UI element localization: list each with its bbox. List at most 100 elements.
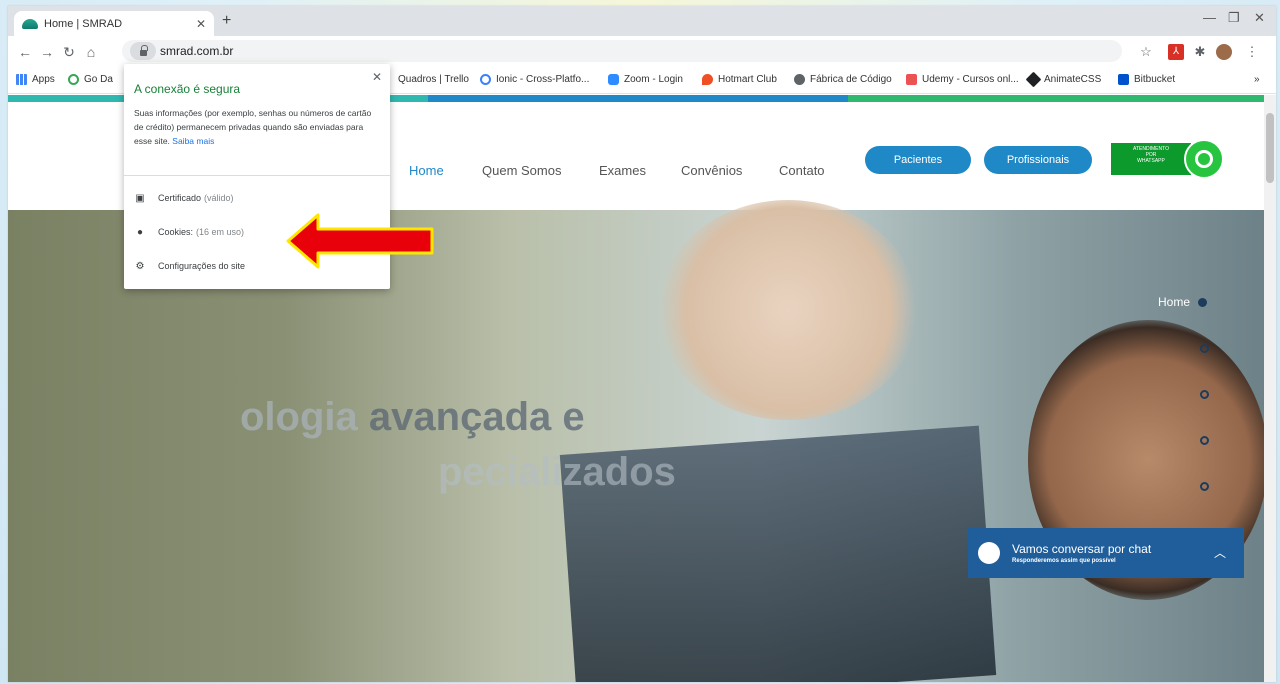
bookmark-label: Udemy - Cursos onl...: [922, 74, 1019, 85]
chat-title: Vamos conversar por chat: [1012, 542, 1152, 556]
certificate-row[interactable]: ▣ Certificado (válido): [134, 192, 234, 204]
popup-description: Suas informações (por exemplo, senhas ou…: [134, 106, 380, 148]
browser-tab[interactable]: Home | SMRAD ✕: [14, 11, 214, 36]
bookmark-hotmart[interactable]: Hotmart Club: [702, 74, 777, 85]
menu-dots-icon[interactable]: ⋮: [1244, 44, 1260, 60]
ionic-icon: [480, 74, 491, 85]
bookmark-label: Zoom - Login: [624, 74, 683, 85]
side-nav-active-dot: [1198, 297, 1208, 307]
side-nav-dot-3[interactable]: [1200, 390, 1209, 399]
close-popup-icon[interactable]: ✕: [372, 70, 382, 84]
cookies-row[interactable]: ● Cookies: (16 em uso): [134, 226, 244, 238]
tab-title: Home | SMRAD: [44, 17, 123, 30]
hero-title: ologia avançada e: [240, 395, 585, 440]
nav-contato[interactable]: Contato: [779, 163, 825, 178]
bitbucket-icon: [1118, 74, 1129, 85]
animatecss-icon: [1025, 71, 1042, 88]
chat-widget[interactable]: Vamos conversar por chat Responderemos a…: [968, 528, 1244, 578]
home-icon[interactable]: ⌂: [80, 44, 102, 60]
bookmark-label: Apps: [32, 74, 55, 85]
whatsapp-line-3: WHATSAPP: [1137, 158, 1165, 164]
bookmark-label: Go Da: [84, 74, 113, 85]
cookies-label: Cookies:: [158, 227, 194, 237]
hero-subtitle: pecializados: [438, 450, 676, 494]
gear-icon: ⚙: [135, 260, 145, 272]
address-bar[interactable]: smrad.com.br: [122, 40, 1122, 62]
pacientes-button[interactable]: Pacientes: [865, 146, 971, 174]
reload-icon[interactable]: ↻: [58, 44, 80, 61]
lock-icon[interactable]: [130, 42, 156, 60]
certificate-label: Certificado: [158, 193, 202, 203]
bookmark-label: Hotmart Club: [718, 74, 777, 85]
scrollbar-thumb[interactable]: [1266, 113, 1274, 183]
bookmark-label: Quadros | Trello: [398, 74, 469, 85]
red-arrow-annotation: [286, 213, 434, 269]
cookies-count: (16 em uso): [196, 227, 245, 237]
popup-description-text: Suas informações (por exemplo, senhas ou…: [134, 108, 372, 146]
tab-strip: Home | SMRAD ✕ + — ❐ ✕: [8, 6, 1276, 36]
bookmark-animatecss[interactable]: AnimateCSS: [1025, 71, 1102, 88]
side-nav-dot-5[interactable]: [1200, 482, 1209, 491]
address-url: smrad.com.br: [160, 44, 234, 58]
side-nav-dot-4[interactable]: [1200, 436, 1209, 445]
bookmark-go-da[interactable]: Go Da: [68, 74, 113, 85]
pdf-extension-icon[interactable]: ⅄: [1168, 44, 1184, 60]
minimize-icon[interactable]: —: [1203, 10, 1216, 25]
popup-divider: [124, 175, 390, 176]
bookmark-star-icon[interactable]: ☆: [1138, 44, 1154, 60]
globe-icon: [794, 74, 805, 85]
bookmark-apps[interactable]: Apps: [16, 74, 55, 85]
nav-home[interactable]: Home: [409, 163, 444, 178]
forward-icon[interactable]: →: [36, 44, 58, 60]
chat-avatar-icon: [978, 542, 1000, 564]
bookmark-ionic[interactable]: Ionic - Cross-Platfo...: [480, 74, 589, 85]
page-scrollbar[interactable]: [1264, 95, 1276, 682]
side-nav-dot-2[interactable]: [1200, 344, 1209, 353]
chat-subtitle: Responderemos assim que possível: [1012, 558, 1116, 564]
hotmart-flame-icon: [702, 74, 713, 85]
popup-heading: A conexão é segura: [134, 82, 241, 96]
bookmark-zoom[interactable]: Zoom - Login: [608, 74, 683, 85]
woman-photo: [658, 200, 918, 420]
back-icon[interactable]: ←: [14, 44, 36, 60]
zoom-icon: [608, 74, 619, 85]
hero-title-part1: ologia: [240, 395, 358, 439]
certificate-status: (válido): [204, 193, 234, 203]
site-settings-row[interactable]: ⚙ Configurações do site: [134, 260, 246, 272]
site-favicon-icon: [22, 18, 38, 29]
new-tab-icon[interactable]: +: [222, 12, 231, 30]
extensions-puzzle-icon[interactable]: ✱: [1192, 44, 1208, 60]
chevron-up-icon[interactable]: ︿: [1214, 544, 1226, 561]
whatsapp-button[interactable]: ATENDIMENTO POR WHATSAPP: [1111, 143, 1191, 175]
side-nav-home[interactable]: Home: [1158, 295, 1208, 309]
header-stripe-blue: [428, 95, 848, 102]
learn-more-link[interactable]: Saiba mais: [172, 136, 214, 146]
close-tab-icon[interactable]: ✕: [196, 17, 206, 31]
profile-avatar-icon[interactable]: [1216, 44, 1232, 60]
bookmark-label: Ionic - Cross-Platfo...: [496, 74, 590, 85]
close-window-icon[interactable]: ✕: [1254, 10, 1265, 26]
apps-grid-icon: [16, 74, 27, 85]
hero-title-part2: avançada e: [368, 395, 585, 439]
nav-exames[interactable]: Exames: [599, 163, 646, 178]
bookmark-label: Fábrica de Código: [810, 74, 892, 85]
cookie-icon: ●: [136, 226, 144, 238]
bookmark-udemy[interactable]: Udemy - Cursos onl...: [906, 74, 1019, 85]
bookmark-fabrica[interactable]: Fábrica de Código: [794, 74, 892, 85]
udemy-icon: [906, 74, 917, 85]
side-nav-label: Home: [1158, 295, 1191, 309]
site-settings-label: Configurações do site: [158, 261, 246, 271]
more-bookmarks[interactable]: »: [1254, 74, 1260, 85]
bookmark-label: AnimateCSS: [1044, 74, 1102, 85]
restore-icon[interactable]: ❐: [1228, 10, 1240, 26]
more-bookmarks-chevron: »: [1254, 74, 1260, 85]
certificate-icon: ▣: [135, 192, 145, 204]
bookmark-trello[interactable]: Quadros | Trello: [398, 74, 469, 85]
bookmark-bitbucket[interactable]: Bitbucket: [1118, 74, 1175, 85]
whatsapp-icon[interactable]: [1184, 139, 1224, 179]
nav-quem-somos[interactable]: Quem Somos: [482, 163, 561, 178]
header-stripe-green: [848, 95, 1264, 102]
browser-window: Home | SMRAD ✕ + — ❐ ✕ ← → ↻ ⌂ smrad.com…: [8, 6, 1276, 682]
profissionais-button[interactable]: Profissionais: [984, 146, 1092, 174]
nav-convenios[interactable]: Convênios: [681, 163, 742, 178]
